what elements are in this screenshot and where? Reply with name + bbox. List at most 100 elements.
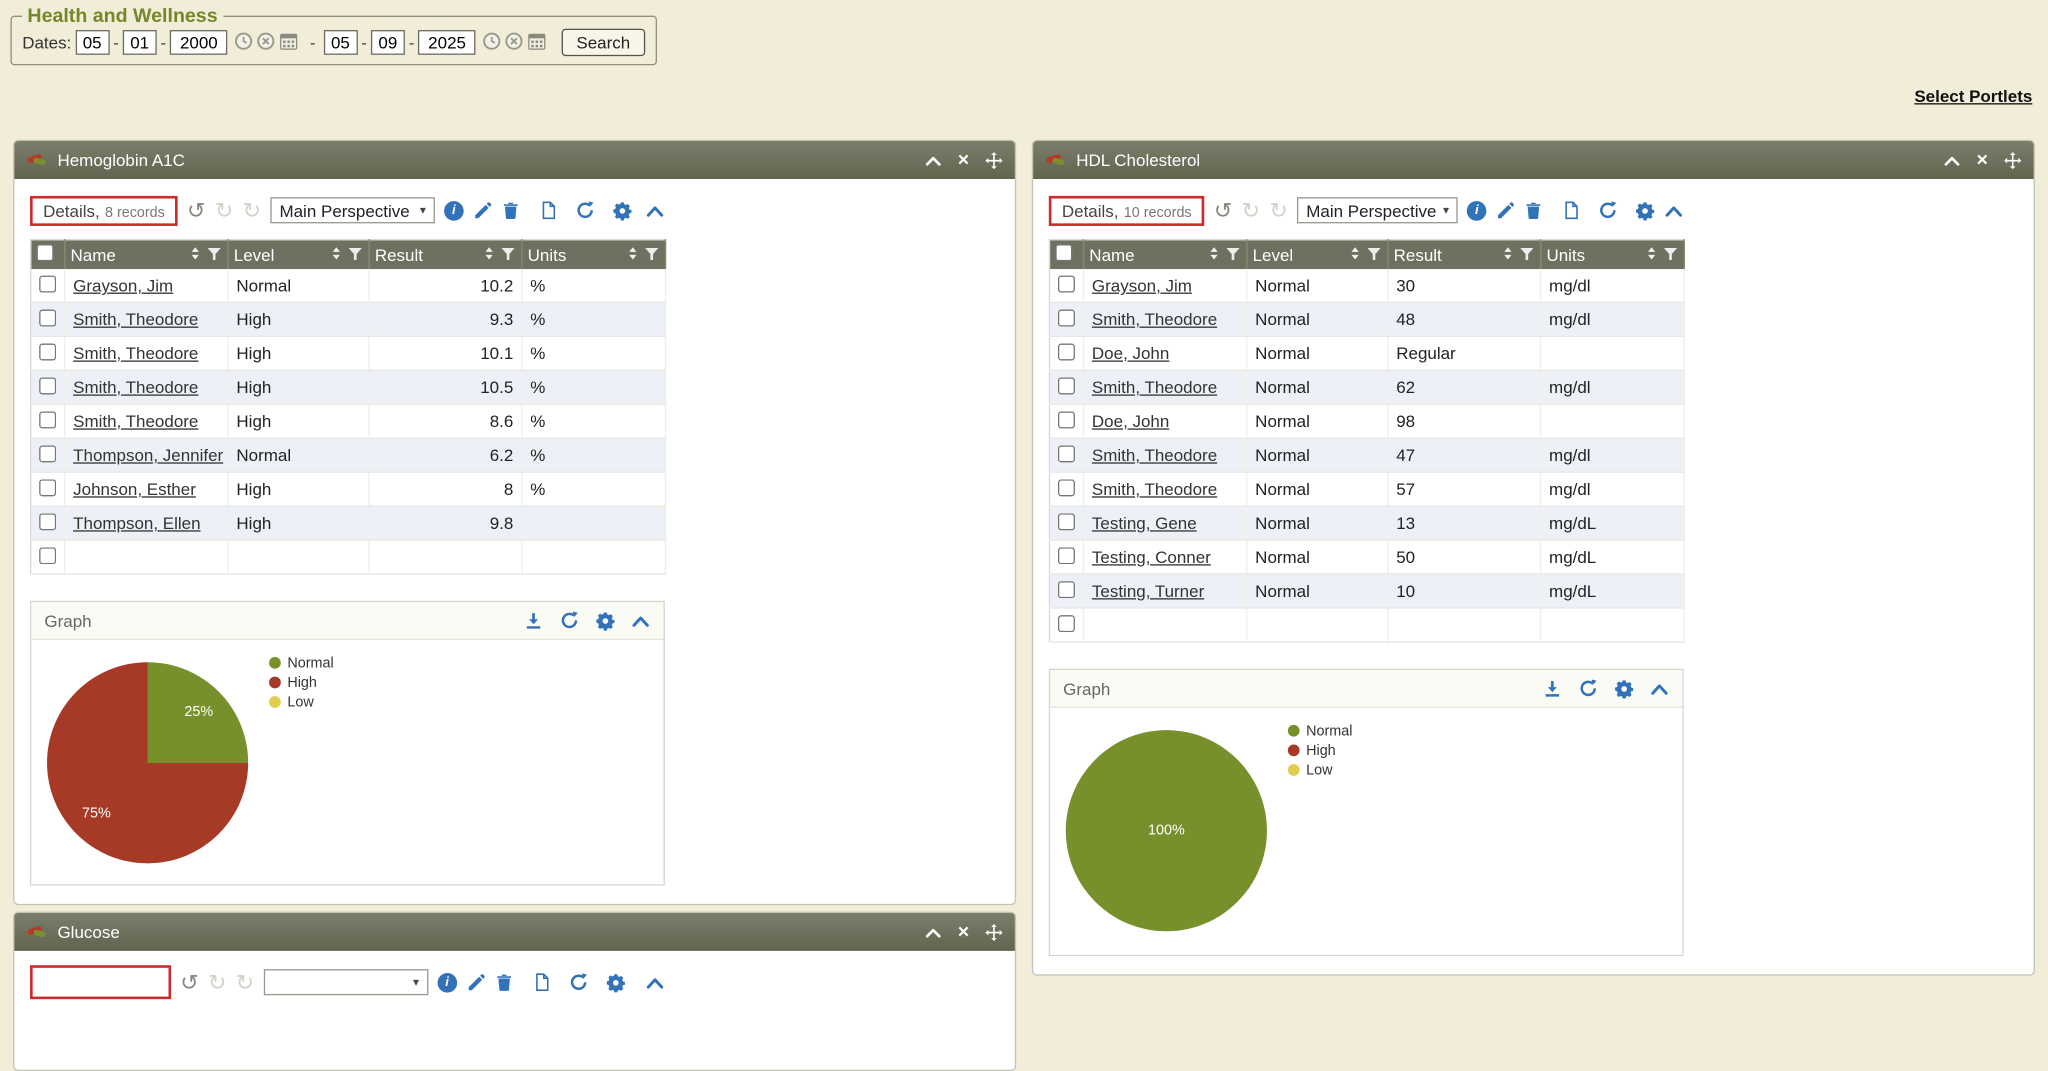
delete-icon[interactable] <box>495 972 513 992</box>
filter-icon[interactable] <box>206 245 222 265</box>
patient-link[interactable]: Smith, Theodore <box>73 411 198 431</box>
close-icon[interactable]: × <box>958 150 969 170</box>
column-header-units[interactable]: Units <box>1546 245 1585 265</box>
refresh-icon[interactable] <box>575 200 596 221</box>
filter-icon[interactable] <box>500 245 516 265</box>
filter-icon[interactable] <box>1366 245 1382 265</box>
select-portlets-link[interactable]: Select Portlets <box>1914 86 2032 106</box>
column-header-units[interactable]: Units <box>528 245 567 265</box>
today-icon[interactable] <box>234 31 254 55</box>
sort-icon[interactable] <box>329 245 343 265</box>
clear-date-icon[interactable] <box>256 31 276 55</box>
move-icon[interactable] <box>985 151 1003 169</box>
patient-link[interactable]: Smith, Theodore <box>1092 479 1217 499</box>
row-checkbox[interactable] <box>1058 581 1075 598</box>
patient-link[interactable]: Doe, John <box>1092 344 1169 364</box>
redo-icon[interactable]: ↻ <box>215 199 234 221</box>
collapse-icon[interactable] <box>1944 153 1961 166</box>
from-day-input[interactable] <box>123 30 157 55</box>
patient-link[interactable]: Grayson, Jim <box>1092 276 1192 296</box>
row-checkbox[interactable] <box>1058 479 1075 496</box>
refresh-disabled-icon[interactable]: ↻ <box>1269 199 1288 221</box>
collapse-section-icon[interactable] <box>645 975 665 989</box>
gear-icon[interactable] <box>1614 679 1634 699</box>
from-month-input[interactable] <box>75 30 109 55</box>
from-year-input[interactable] <box>170 30 227 55</box>
patient-link[interactable]: Smith, Theodore <box>73 344 198 364</box>
edit-icon[interactable] <box>1496 200 1516 220</box>
sort-icon[interactable] <box>626 245 640 265</box>
row-checkbox[interactable] <box>1058 513 1075 530</box>
column-header-result[interactable]: Result <box>1394 245 1442 265</box>
gear-icon[interactable] <box>606 972 626 992</box>
sort-icon[interactable] <box>1501 245 1515 265</box>
to-year-input[interactable] <box>418 30 475 55</box>
row-checkbox[interactable] <box>39 513 56 530</box>
collapse-section-icon[interactable] <box>645 203 665 217</box>
info-icon[interactable]: i <box>1467 200 1486 220</box>
to-day-input[interactable] <box>371 30 405 55</box>
download-icon[interactable] <box>1543 679 1563 699</box>
patient-link[interactable]: Smith, Theodore <box>73 377 198 397</box>
undo-icon[interactable]: ↺ <box>1214 199 1233 221</box>
portlet-header[interactable]: Glucose × <box>14 913 1014 951</box>
row-checkbox[interactable] <box>1058 411 1075 428</box>
column-header-name[interactable]: Name <box>71 245 116 265</box>
column-header-name[interactable]: Name <box>1089 245 1134 265</box>
row-checkbox[interactable] <box>39 547 56 564</box>
portlet-header[interactable]: HDL Cholesterol × <box>1033 141 2033 179</box>
collapse-icon[interactable] <box>925 153 942 166</box>
select-all-checkbox[interactable] <box>37 244 54 261</box>
redo-icon[interactable]: ↻ <box>1242 199 1261 221</box>
patient-link[interactable]: Thompson, Jennifer <box>73 445 223 465</box>
sort-icon[interactable] <box>482 245 496 265</box>
search-button[interactable]: Search <box>562 29 645 56</box>
info-icon[interactable]: i <box>437 972 457 992</box>
filter-icon[interactable] <box>347 245 363 265</box>
gear-icon[interactable] <box>596 611 616 631</box>
calendar-icon[interactable] <box>279 31 300 55</box>
undo-icon[interactable]: ↺ <box>187 199 206 221</box>
row-checkbox[interactable] <box>1058 343 1075 360</box>
portlet-header[interactable]: Hemoglobin A1C × <box>14 141 1014 179</box>
report-icon[interactable] <box>539 200 557 221</box>
filter-icon[interactable] <box>1519 245 1535 265</box>
column-header-level[interactable]: Level <box>1253 245 1294 265</box>
perspective-select[interactable]: Main Perspective ▾ <box>1297 197 1458 223</box>
gear-icon[interactable] <box>613 200 633 220</box>
refresh-icon[interactable] <box>1597 200 1618 221</box>
sort-icon[interactable] <box>1644 245 1658 265</box>
patient-link[interactable]: Smith, Theodore <box>73 310 198 330</box>
column-header-result[interactable]: Result <box>375 245 423 265</box>
row-checkbox[interactable] <box>39 377 56 394</box>
edit-icon[interactable] <box>466 972 486 992</box>
sort-icon[interactable] <box>188 245 202 265</box>
sort-icon[interactable] <box>1207 245 1221 265</box>
move-icon[interactable] <box>985 923 1003 941</box>
patient-link[interactable]: Testing, Conner <box>1092 547 1211 567</box>
info-icon[interactable]: i <box>444 200 464 220</box>
redo-icon[interactable]: ↻ <box>208 971 227 993</box>
collapse-icon[interactable] <box>925 925 942 938</box>
row-checkbox[interactable] <box>39 343 56 360</box>
calendar-icon[interactable] <box>527 31 548 55</box>
to-month-input[interactable] <box>323 30 357 55</box>
sort-icon[interactable] <box>1348 245 1362 265</box>
row-checkbox[interactable] <box>39 445 56 462</box>
move-icon[interactable] <box>2004 151 2022 169</box>
patient-link[interactable]: Smith, Theodore <box>1092 445 1217 465</box>
column-header-level[interactable]: Level <box>234 245 275 265</box>
patient-link[interactable]: Doe, John <box>1092 411 1169 431</box>
refresh-disabled-icon[interactable]: ↻ <box>243 199 262 221</box>
row-checkbox[interactable] <box>39 275 56 292</box>
row-checkbox[interactable] <box>39 309 56 326</box>
collapse-section-icon[interactable] <box>1664 203 1684 217</box>
delete-icon[interactable] <box>502 200 520 220</box>
row-checkbox[interactable] <box>1058 615 1075 632</box>
close-icon[interactable]: × <box>958 922 969 942</box>
row-checkbox[interactable] <box>1058 275 1075 292</box>
row-checkbox[interactable] <box>39 411 56 428</box>
collapse-section-icon[interactable] <box>1650 681 1670 695</box>
refresh-disabled-icon[interactable]: ↻ <box>236 971 255 993</box>
patient-link[interactable]: Grayson, Jim <box>73 276 173 296</box>
